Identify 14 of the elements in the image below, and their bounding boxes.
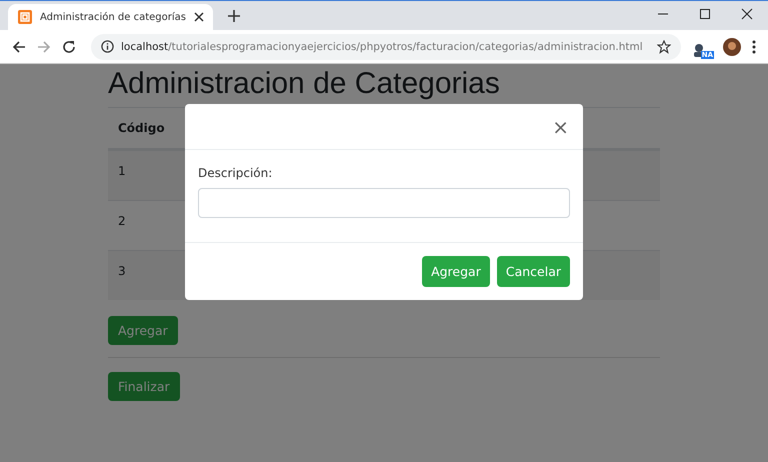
page-title: Administracion de Categorias xyxy=(108,67,500,101)
column-header: Código xyxy=(118,121,165,135)
table-cell: 2 xyxy=(118,214,126,228)
finish-button[interactable]: Finalizar xyxy=(108,372,180,401)
table-cell: 3 xyxy=(118,264,126,278)
cancel-button[interactable]: Cancelar xyxy=(496,256,570,287)
close-button[interactable]: × xyxy=(550,114,571,138)
browser-tab[interactable]: Administración de categorías xyxy=(8,4,213,30)
add-button[interactable]: Agregar xyxy=(108,316,178,345)
table-cell: 1 xyxy=(118,164,126,178)
address-bar[interactable]: localhost/tutorialesprogramacionyaejercicios/phpyotros/facturacion/categorias/administracion.html xyxy=(91,34,681,60)
field-label: Descripción: xyxy=(198,166,274,180)
add-button[interactable]: Agregar xyxy=(422,256,490,287)
tab-title: Administración de categorías xyxy=(40,12,186,22)
